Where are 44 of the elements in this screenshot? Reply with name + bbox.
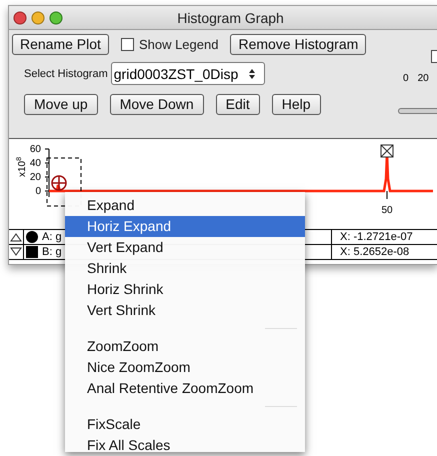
menu-item[interactable]: Expand [65, 195, 305, 216]
window-title: Histogram Graph [176, 10, 285, 26]
rename-plot-button[interactable]: Rename Plot [12, 34, 109, 55]
series-name: B: g [42, 246, 62, 258]
menu-item[interactable]: Horiz Expand [65, 216, 305, 237]
up-down-arrows-icon[interactable] [248, 68, 256, 80]
slider-track[interactable] [398, 108, 437, 114]
crosshair-icon[interactable] [51, 175, 67, 191]
scroll-arrow-icon[interactable] [9, 230, 24, 244]
show-legend-label: Show Legend [138, 37, 218, 52]
zoom-icon[interactable] [50, 11, 62, 24]
x-readout: X: -1.2721e-07 [331, 230, 437, 244]
menu-item[interactable]: FixScale [65, 414, 305, 435]
menu-item[interactable]: Vert Expand [65, 237, 305, 258]
tick-label: 0 [35, 186, 41, 197]
menu-item[interactable]: Anal Retentive ZoomZoom [65, 378, 305, 399]
menu-item[interactable]: Horiz Shrink [65, 279, 305, 300]
menu-item[interactable]: ZoomZoom [65, 336, 305, 357]
menu-item[interactable]: Shrink [65, 258, 305, 279]
scroll-arrow-icon[interactable] [9, 245, 24, 259]
menu-item[interactable]: Fix All Scales [65, 435, 305, 456]
y-axis [44, 148, 50, 198]
menu-item[interactable]: Vert Shrink [65, 300, 305, 321]
scale-label: 20 [418, 73, 429, 84]
move-up-button[interactable]: Move up [24, 94, 98, 115]
remove-histogram-button[interactable]: Remove Histogram [230, 34, 366, 55]
show-legend-checkbox[interactable] [120, 38, 134, 51]
menu-item[interactable]: Nice ZoomZoom [65, 357, 305, 378]
tick-label: 40 [30, 158, 41, 169]
select-histogram-label: Select Histogram [24, 68, 108, 80]
tick-label: 20 [30, 172, 41, 183]
series-name: A: g [42, 231, 62, 243]
help-button[interactable]: Help [272, 94, 321, 115]
x-readout: X: 5.2652e-08 [331, 245, 437, 259]
tick-label: 50 [381, 205, 393, 216]
minimize-icon[interactable] [32, 11, 44, 24]
edit-button[interactable]: Edit [216, 94, 260, 115]
move-down-button[interactable]: Move Down [110, 94, 204, 115]
scale-label: 0 [403, 73, 409, 84]
histogram-dropdown[interactable]: grid0003ZST_0Disp [110, 62, 266, 85]
tick-mark [386, 190, 388, 200]
close-icon[interactable] [14, 11, 26, 24]
tick-label: 60 [30, 144, 41, 155]
peak-marker-icon[interactable] [380, 144, 394, 158]
